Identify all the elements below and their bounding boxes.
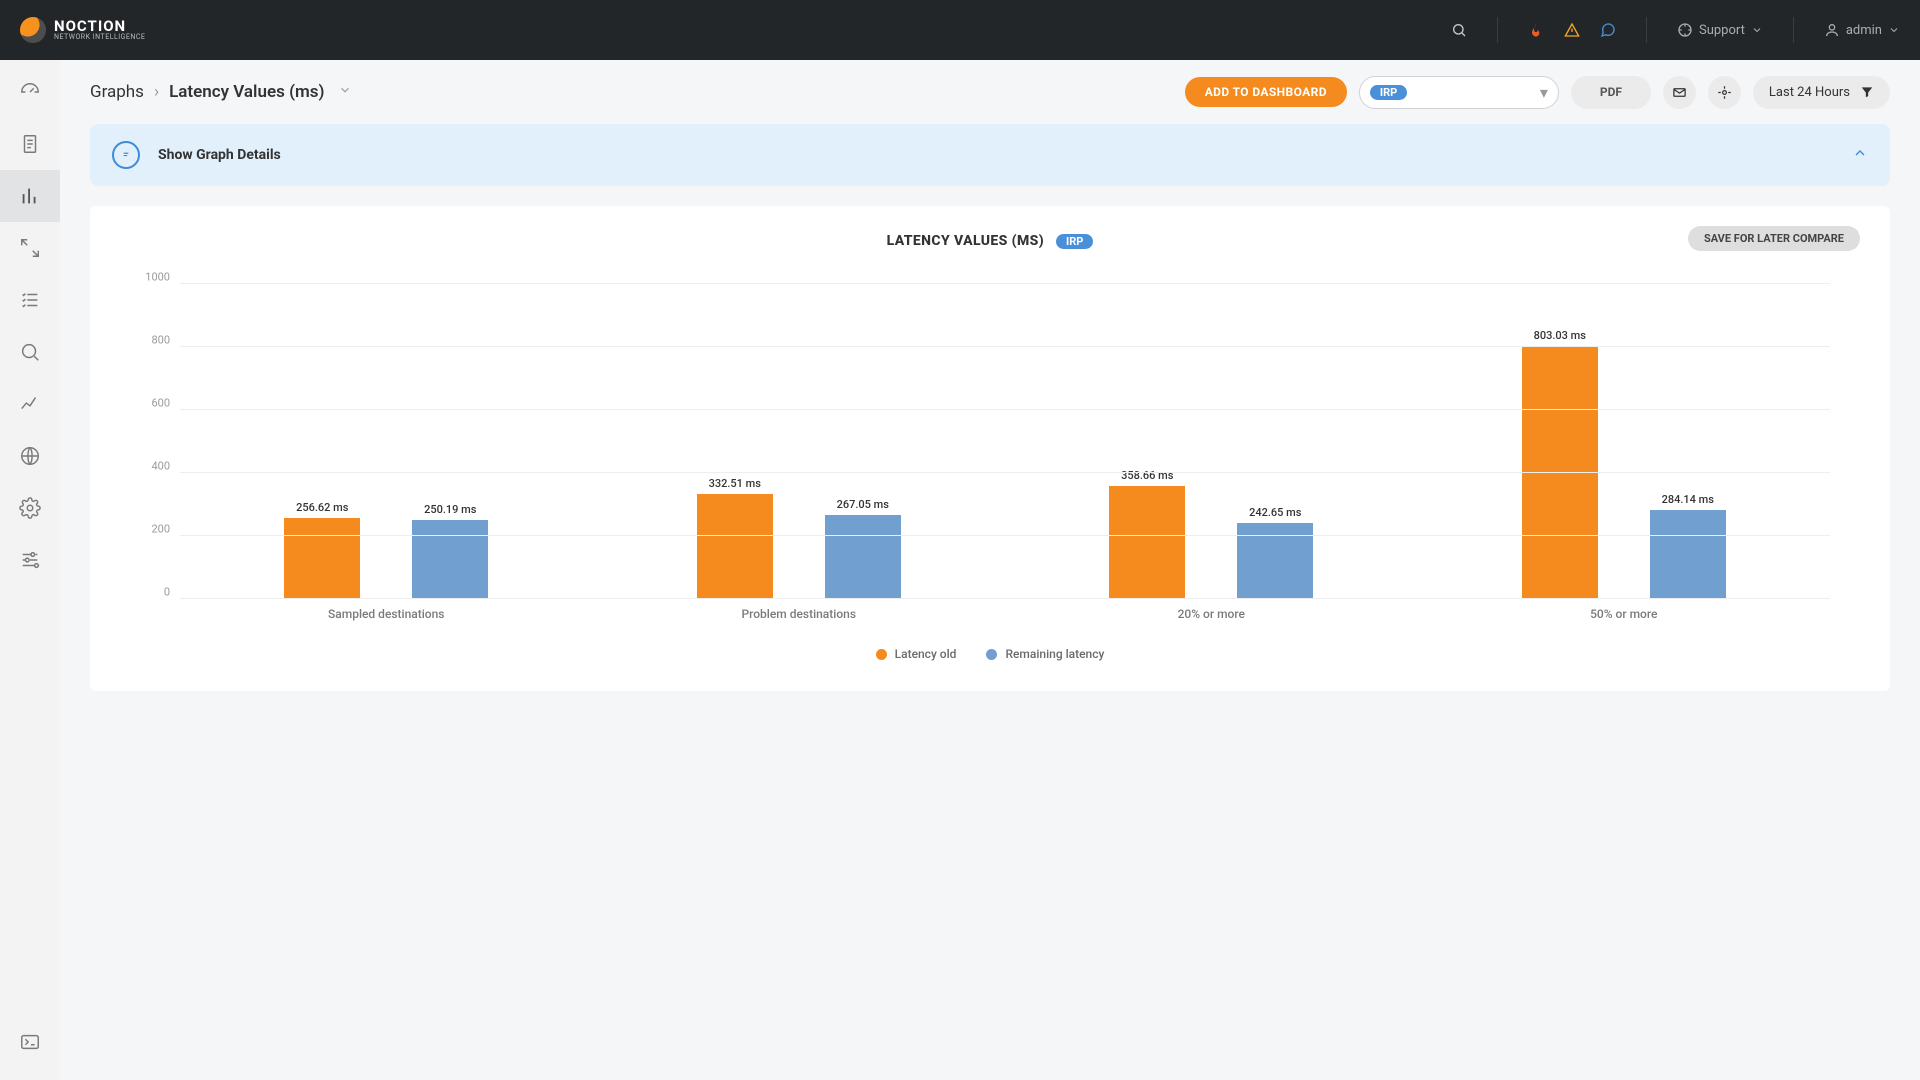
bar-value-label: 803.03 ms [1534, 329, 1586, 346]
breadcrumb-leaf[interactable]: Latency Values (ms) [169, 82, 324, 102]
details-icon [112, 141, 140, 169]
sidebar-item-globe[interactable] [0, 430, 60, 482]
chart-legend: Latency old Remaining latency [120, 647, 1860, 661]
y-tick-label: 800 [130, 334, 170, 347]
y-tick-label: 0 [130, 586, 170, 599]
chart-title: LATENCY VALUES (MS) [887, 233, 1044, 249]
breadcrumb: Graphs › Latency Values (ms) [90, 82, 352, 102]
y-tick-label: 1000 [130, 271, 170, 284]
chat-icon[interactable] [1600, 22, 1616, 38]
add-to-dashboard-button[interactable]: ADD TO DASHBOARD [1185, 77, 1347, 107]
support-label: Support [1699, 23, 1745, 38]
brand-tagline: NETWORK INTELLIGENCE [54, 34, 145, 41]
show-details-banner[interactable]: Show Graph Details [90, 124, 1890, 186]
chart-card: LATENCY VALUES (MS) IRP SAVE FOR LATER C… [90, 206, 1890, 691]
bar-value-label: 267.05 ms [837, 498, 889, 515]
chart-group: 803.03 ms284.14 ms50% or more [1418, 284, 1831, 599]
legend-dot-icon [986, 649, 997, 660]
bar-value-label: 256.62 ms [296, 501, 348, 518]
export-pdf-button[interactable]: PDF [1571, 76, 1651, 109]
legend-dot-icon [876, 649, 887, 660]
alert-warning-icon[interactable] [1564, 22, 1580, 38]
top-row: Graphs › Latency Values (ms) ADD TO DASH… [90, 60, 1890, 124]
sidebar-item-graphs[interactable] [0, 170, 60, 222]
bar-value-label: 242.65 ms [1249, 506, 1301, 523]
sidebar-item-sliders[interactable] [0, 534, 60, 586]
target-button[interactable] [1708, 76, 1741, 109]
user-label: admin [1846, 23, 1882, 38]
y-tick-label: 600 [130, 397, 170, 410]
instance-badge: IRP [1370, 85, 1407, 100]
sidebar-item-reports[interactable] [0, 118, 60, 170]
chart-bar[interactable]: 332.51 ms [697, 494, 773, 599]
chart-bar[interactable]: 256.62 ms [284, 518, 360, 599]
support-menu[interactable]: Support [1677, 22, 1763, 38]
legend-latency-old[interactable]: Latency old [876, 647, 957, 661]
sidebar-item-list[interactable] [0, 274, 60, 326]
bar-value-label: 250.19 ms [424, 503, 476, 520]
user-menu[interactable]: admin [1824, 22, 1900, 38]
caret-down-icon: ▾ [1540, 83, 1548, 102]
chart-bar[interactable]: 284.14 ms [1650, 510, 1726, 600]
app-header: NOCTION NETWORK INTELLIGENCE Support adm… [0, 0, 1920, 60]
chevron-up-icon [1852, 145, 1868, 165]
chart-title-badge: IRP [1056, 234, 1093, 249]
sidebar-item-search[interactable] [0, 326, 60, 378]
breadcrumb-root[interactable]: Graphs [90, 82, 144, 102]
filter-icon [1860, 85, 1874, 99]
details-label: Show Graph Details [158, 147, 281, 163]
sidebar-item-settings[interactable] [0, 482, 60, 534]
timerange-select[interactable]: Last 24 Hours [1753, 76, 1890, 109]
y-tick-label: 400 [130, 460, 170, 473]
brand-logo[interactable]: NOCTION NETWORK INTELLIGENCE [20, 17, 145, 43]
chart-bar[interactable]: 250.19 ms [412, 520, 488, 599]
sidebar-item-reduce[interactable] [0, 222, 60, 274]
sidebar-item-console[interactable] [0, 1016, 60, 1068]
chevron-down-icon[interactable] [338, 82, 352, 102]
x-category-label: 50% or more [1418, 599, 1831, 621]
brand-name: NOCTION [54, 19, 145, 34]
x-category-label: Problem destinations [593, 599, 1006, 621]
legend-remaining-latency[interactable]: Remaining latency [986, 647, 1104, 661]
chart-group: 256.62 ms250.19 msSampled destinations [180, 284, 593, 599]
sidebar-item-dashboard[interactable] [0, 66, 60, 118]
chart-group: 332.51 ms267.05 msProblem destinations [593, 284, 1006, 599]
x-category-label: Sampled destinations [180, 599, 593, 621]
chart-bar[interactable]: 267.05 ms [825, 515, 901, 599]
bar-value-label: 332.51 ms [709, 477, 761, 494]
timerange-label: Last 24 Hours [1769, 85, 1850, 100]
y-tick-label: 200 [130, 523, 170, 536]
save-for-compare-button[interactable]: SAVE FOR LATER COMPARE [1688, 226, 1860, 251]
sidebar-item-trend[interactable] [0, 378, 60, 430]
bar-value-label: 284.14 ms [1662, 493, 1714, 510]
chart-plot: 256.62 ms250.19 msSampled destinations33… [120, 284, 1860, 629]
email-button[interactable] [1663, 76, 1696, 109]
alert-fire-icon[interactable] [1528, 22, 1544, 38]
chevron-right-icon: › [154, 82, 159, 102]
chart-group: 358.66 ms242.65 ms20% or more [1005, 284, 1418, 599]
sidebar [0, 60, 60, 1080]
main-content: Graphs › Latency Values (ms) ADD TO DASH… [60, 60, 1920, 1080]
instance-select[interactable]: IRP ▾ [1359, 76, 1559, 109]
search-icon[interactable] [1451, 22, 1467, 38]
chart-bar[interactable]: 358.66 ms [1109, 486, 1185, 599]
x-category-label: 20% or more [1005, 599, 1418, 621]
noction-logo-icon [20, 17, 46, 43]
